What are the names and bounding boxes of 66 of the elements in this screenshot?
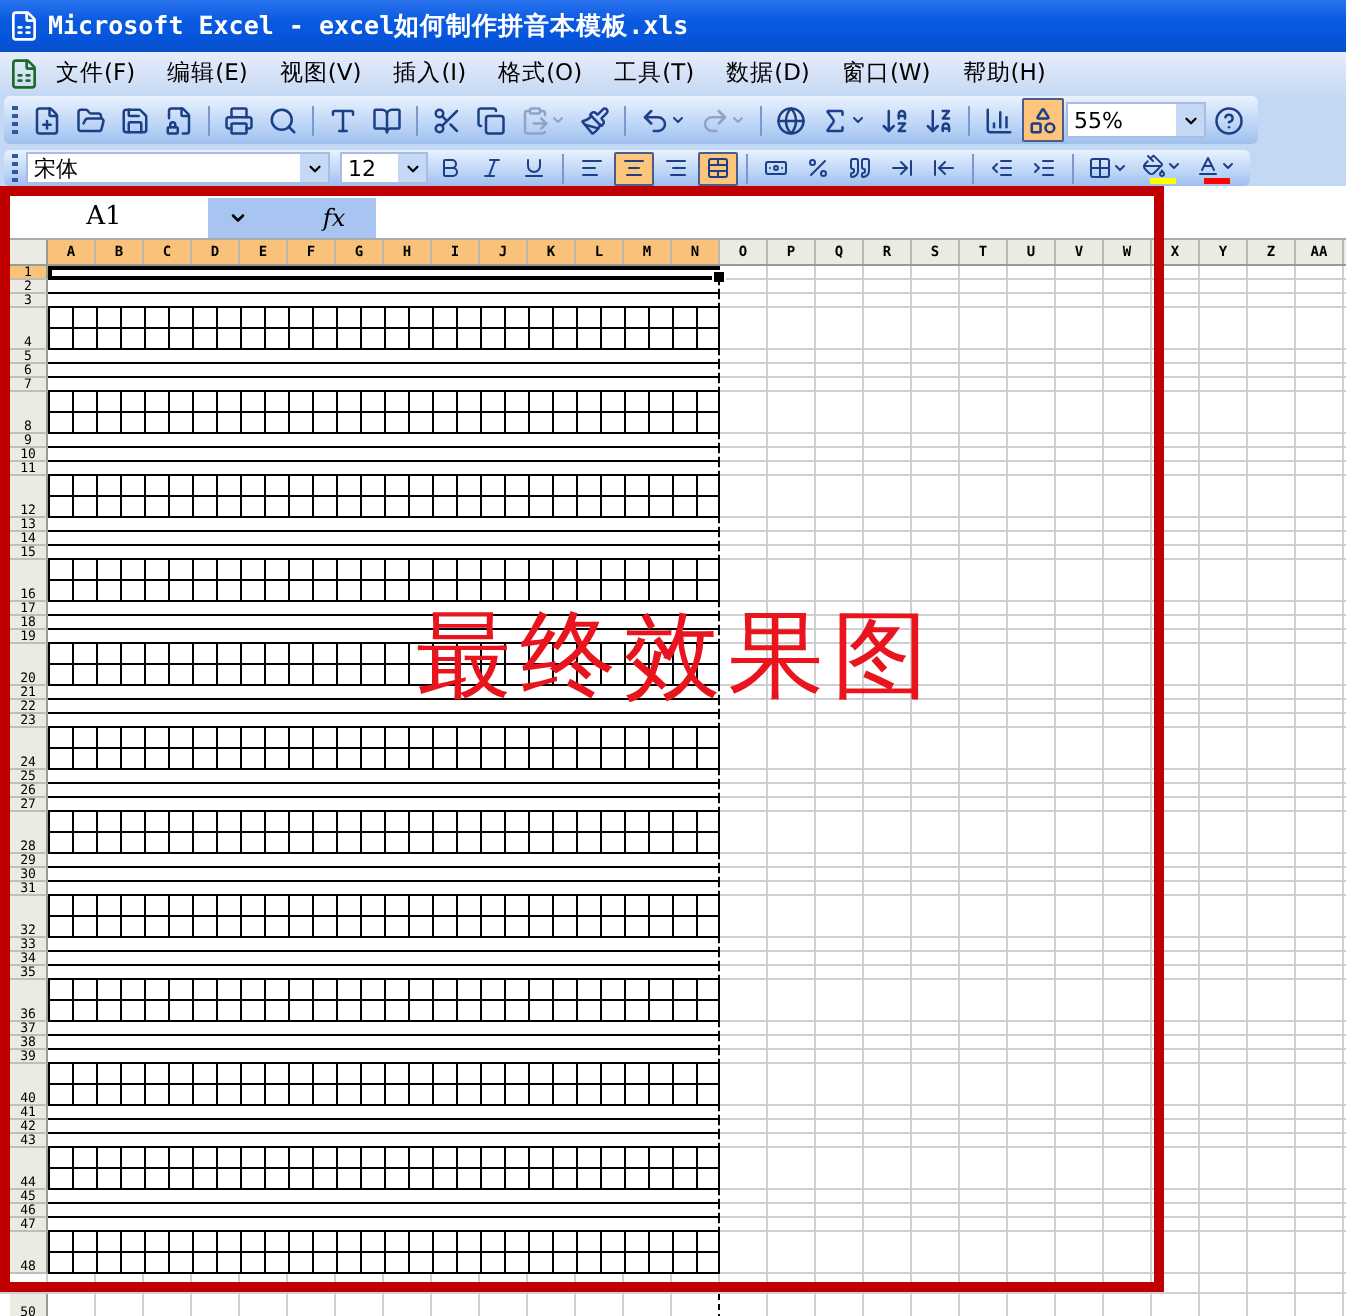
align-center-button[interactable] [614, 151, 654, 185]
percent-icon [806, 156, 830, 180]
redo-icon [700, 105, 730, 135]
bold-icon [438, 156, 462, 180]
letter-icon [328, 105, 358, 135]
save-icon [120, 105, 150, 135]
borders-icon [1088, 156, 1112, 180]
window-title: Microsoft Excel - excel如何制作拼音本模板.xls [48, 9, 689, 43]
spreadsheet-icon [8, 10, 40, 42]
shapes-button[interactable] [1022, 98, 1064, 142]
folder-icon [76, 105, 106, 135]
menu-item[interactable]: 工具(T) [598, 58, 711, 88]
caret-icon [1166, 157, 1182, 173]
scissors-icon [432, 105, 462, 135]
undo-icon [640, 105, 670, 135]
sort-ascending-icon [880, 105, 910, 135]
bar-chart-icon [984, 105, 1014, 135]
decrease-decimal-icon [932, 156, 956, 180]
font-size-field[interactable]: 12 [340, 152, 428, 184]
fill-handle[interactable] [712, 270, 726, 284]
menu-item[interactable]: 格式(O) [482, 58, 599, 88]
align-left-icon [580, 156, 604, 180]
paint-bucket-icon [1142, 153, 1166, 177]
outdent-icon [990, 156, 1014, 180]
caret-icon [850, 112, 866, 128]
menu-item[interactable]: 编辑(E) [151, 58, 264, 88]
help-icon [1214, 105, 1244, 135]
menu-item[interactable]: 帮助(H) [946, 58, 1062, 88]
insert-function-button[interactable]: fx [268, 197, 376, 237]
menu-item[interactable]: 数据(D) [710, 58, 826, 88]
indent-icon [1032, 156, 1056, 180]
caret-icon [1220, 157, 1236, 173]
copy-icon [476, 105, 506, 135]
merge-cells-icon [706, 156, 730, 180]
clipboard-icon [520, 105, 550, 135]
magnifier-icon [268, 105, 298, 135]
selected-merged-cell[interactable] [48, 266, 720, 280]
caret-icon [1112, 160, 1128, 176]
banknote-icon [764, 156, 788, 180]
menu-item[interactable]: 插入(I) [377, 58, 483, 88]
caret-icon [730, 112, 746, 128]
align-right-icon [664, 156, 688, 180]
caret-icon [550, 112, 566, 128]
increase-decimal-icon [890, 156, 914, 180]
sigma-icon [820, 105, 850, 135]
merge-cells-button[interactable] [698, 151, 738, 185]
menu-item[interactable]: 视图(V) [263, 58, 378, 88]
paintbrush-icon [580, 105, 610, 135]
underline-icon [522, 156, 546, 180]
locked-file-icon [164, 105, 194, 135]
printer-icon [224, 105, 254, 135]
zoom-field[interactable]: 55% [1066, 102, 1206, 138]
caret-icon [670, 112, 686, 128]
italic-icon [480, 156, 504, 180]
shapes-icon [1028, 105, 1058, 135]
book-icon [372, 105, 402, 135]
menu-item[interactable]: 文件(F) [40, 58, 152, 88]
spreadsheet-icon[interactable] [8, 57, 40, 89]
font-field[interactable]: 宋体 [26, 152, 330, 184]
globe-icon [776, 105, 806, 135]
sort-descending-icon [924, 105, 954, 135]
align-center-icon [622, 156, 646, 180]
menu-item[interactable]: 窗口(W) [825, 58, 947, 88]
font-color-icon [1196, 153, 1220, 177]
new-document-icon [32, 105, 62, 135]
comma-icon [848, 156, 872, 180]
